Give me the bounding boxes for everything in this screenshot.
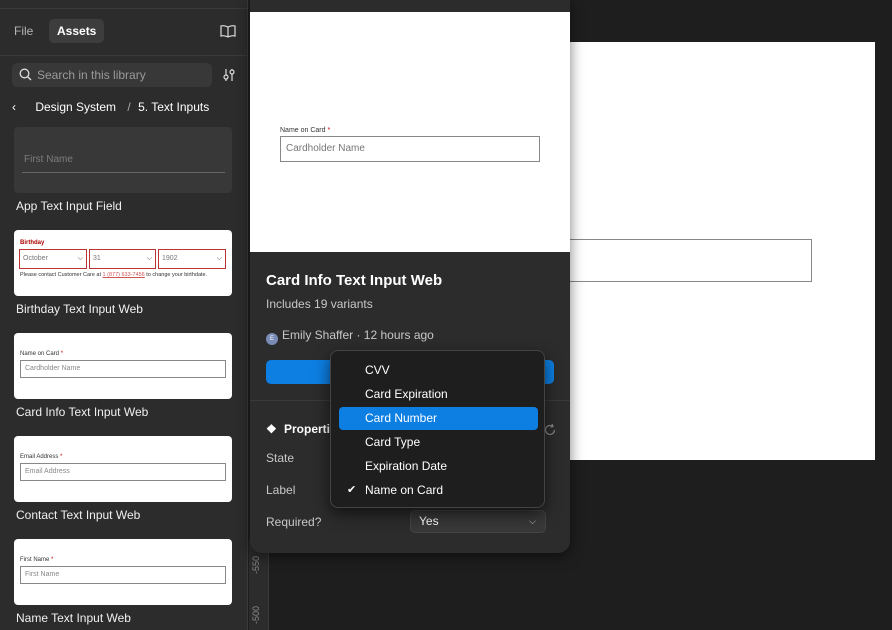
dropdown-option[interactable]: CVV: [339, 359, 538, 382]
dropdown-option[interactable]: Card Type: [339, 431, 538, 454]
asset-name: Birthday Text Input Web: [16, 302, 143, 316]
preview-field-label: Name on Card *: [280, 127, 330, 134]
back-chevron-icon[interactable]: ‹: [12, 98, 28, 116]
asset-preview-label-text: Name on Card: [20, 351, 60, 357]
avatar: E: [266, 333, 278, 345]
asset-preview-placeholder: First Name: [24, 154, 73, 165]
tab-assets[interactable]: Assets: [49, 19, 105, 43]
asset-preview-select-value: 1902: [162, 255, 178, 262]
property-label-required: Required?: [266, 515, 322, 529]
preview-input: Cardholder Name: [280, 136, 540, 162]
breadcrumb-separator: /: [127, 100, 131, 114]
component-icon: ❖: [266, 422, 277, 436]
asset-preview-label: Birthday: [20, 240, 45, 246]
author-text: Emily Shaffer · 12 hours ago: [282, 328, 434, 342]
asset-preview-select-value: 31: [93, 255, 101, 262]
breadcrumb: ‹ Design System / 5. Text Inputs: [12, 98, 213, 116]
breadcrumb-current: 5. Text Inputs: [138, 100, 210, 114]
preview-field-label-text: Name on Card: [280, 127, 326, 134]
asset-thumbnail-contact[interactable]: Email Address * Email Address: [14, 436, 232, 502]
asset-thumbnail-name[interactable]: First Name * First Name: [14, 539, 232, 605]
asset-thumbnail-birthday[interactable]: Birthday October ⌵ 31 ⌵ 1902 ⌵ Please conta…: [14, 230, 232, 296]
asset-preview-label-text: First Name: [20, 557, 50, 563]
property-label-label: Label: [266, 483, 296, 497]
dropdown-option-label: Name on Card: [365, 483, 444, 497]
asset-thumbnail-app-text-input[interactable]: First Name: [14, 127, 232, 193]
asset-preview-select: 1902 ⌵: [158, 249, 226, 269]
breadcrumb-parent[interactable]: Design System: [35, 100, 116, 114]
asset-preview-input: Email Address: [20, 463, 226, 481]
ruler-mark: -500: [251, 605, 261, 624]
canvas-input-instance[interactable]: [570, 239, 812, 282]
required-select[interactable]: Yes ⌵: [410, 510, 546, 533]
dropdown-option[interactable]: Expiration Date: [339, 455, 538, 478]
chevron-down-icon: ⌵: [529, 516, 536, 526]
author-info: E Emily Shaffer · 12 hours ago: [266, 328, 434, 345]
asset-name: Contact Text Input Web: [16, 508, 141, 522]
label-dropdown-menu: CVV Card Expiration Card Number Card Typ…: [330, 350, 545, 508]
required-asterisk: *: [51, 557, 54, 563]
variant-count: Includes 19 variants: [266, 297, 373, 311]
component-title: Card Info Text Input Web: [266, 272, 443, 289]
asset-preview-input: Cardholder Name: [20, 360, 226, 378]
dropdown-option[interactable]: Card Expiration: [339, 383, 538, 406]
search-icon: [19, 68, 32, 81]
asset-preview-input: First Name: [20, 566, 226, 584]
required-select-value: Yes: [419, 514, 439, 528]
asset-preview-note-text: to change your birthdate.: [144, 272, 208, 278]
filter-settings-icon[interactable]: [221, 67, 237, 83]
assets-sidebar: File Assets ‹ Design System / 5. Text I: [0, 0, 248, 630]
search-input[interactable]: [37, 66, 207, 84]
app-root: File Assets ‹ Design System / 5. Text I: [0, 0, 892, 630]
vertical-ruler: -550 -500: [249, 540, 269, 630]
sidebar-tabs: File Assets: [0, 8, 248, 56]
dropdown-option-selected[interactable]: ✔ Name on Card: [339, 479, 538, 502]
asset-preview-note-phone: 1 (877) 633-7456: [102, 272, 145, 278]
asset-preview-select: October ⌵: [19, 249, 87, 269]
tab-file[interactable]: File: [6, 19, 41, 43]
required-asterisk: *: [60, 454, 63, 460]
chevron-down-icon: ⌵: [146, 255, 152, 262]
reset-icon[interactable]: [543, 423, 557, 437]
asset-name: Card Info Text Input Web: [16, 405, 149, 419]
asset-preview-select: 31 ⌵: [89, 249, 156, 269]
ruler-mark: -550: [251, 555, 261, 574]
asset-preview-underline: [22, 172, 225, 173]
required-asterisk: *: [327, 127, 331, 134]
asset-preview-label: Name on Card *: [20, 351, 63, 357]
component-preview: Name on Card * Cardholder Name: [250, 12, 570, 252]
asset-preview-note-text: Please contact Customer Care at: [20, 272, 103, 278]
asset-preview-note: Please contact Customer Care at 1 (877) …: [20, 272, 226, 279]
search-bar: [12, 63, 212, 87]
asset-preview-label: Email Address *: [20, 454, 62, 460]
chevron-down-icon: ⌵: [77, 255, 83, 262]
asset-name: App Text Input Field: [16, 199, 122, 213]
dropdown-option-highlighted[interactable]: Card Number: [339, 407, 538, 430]
asset-thumbnail-card-info[interactable]: Name on Card * Cardholder Name: [14, 333, 232, 399]
required-asterisk: *: [60, 351, 64, 357]
library-book-icon[interactable]: [220, 23, 236, 39]
asset-name: Name Text Input Web: [16, 611, 131, 625]
asset-preview-label: First Name *: [20, 557, 53, 563]
property-label-state: State: [266, 451, 295, 465]
chevron-down-icon: ⌵: [216, 255, 222, 262]
asset-preview-label-text: Email Address: [20, 454, 59, 460]
checkmark-icon: ✔: [347, 484, 357, 496]
asset-preview-select-value: October: [23, 255, 48, 262]
